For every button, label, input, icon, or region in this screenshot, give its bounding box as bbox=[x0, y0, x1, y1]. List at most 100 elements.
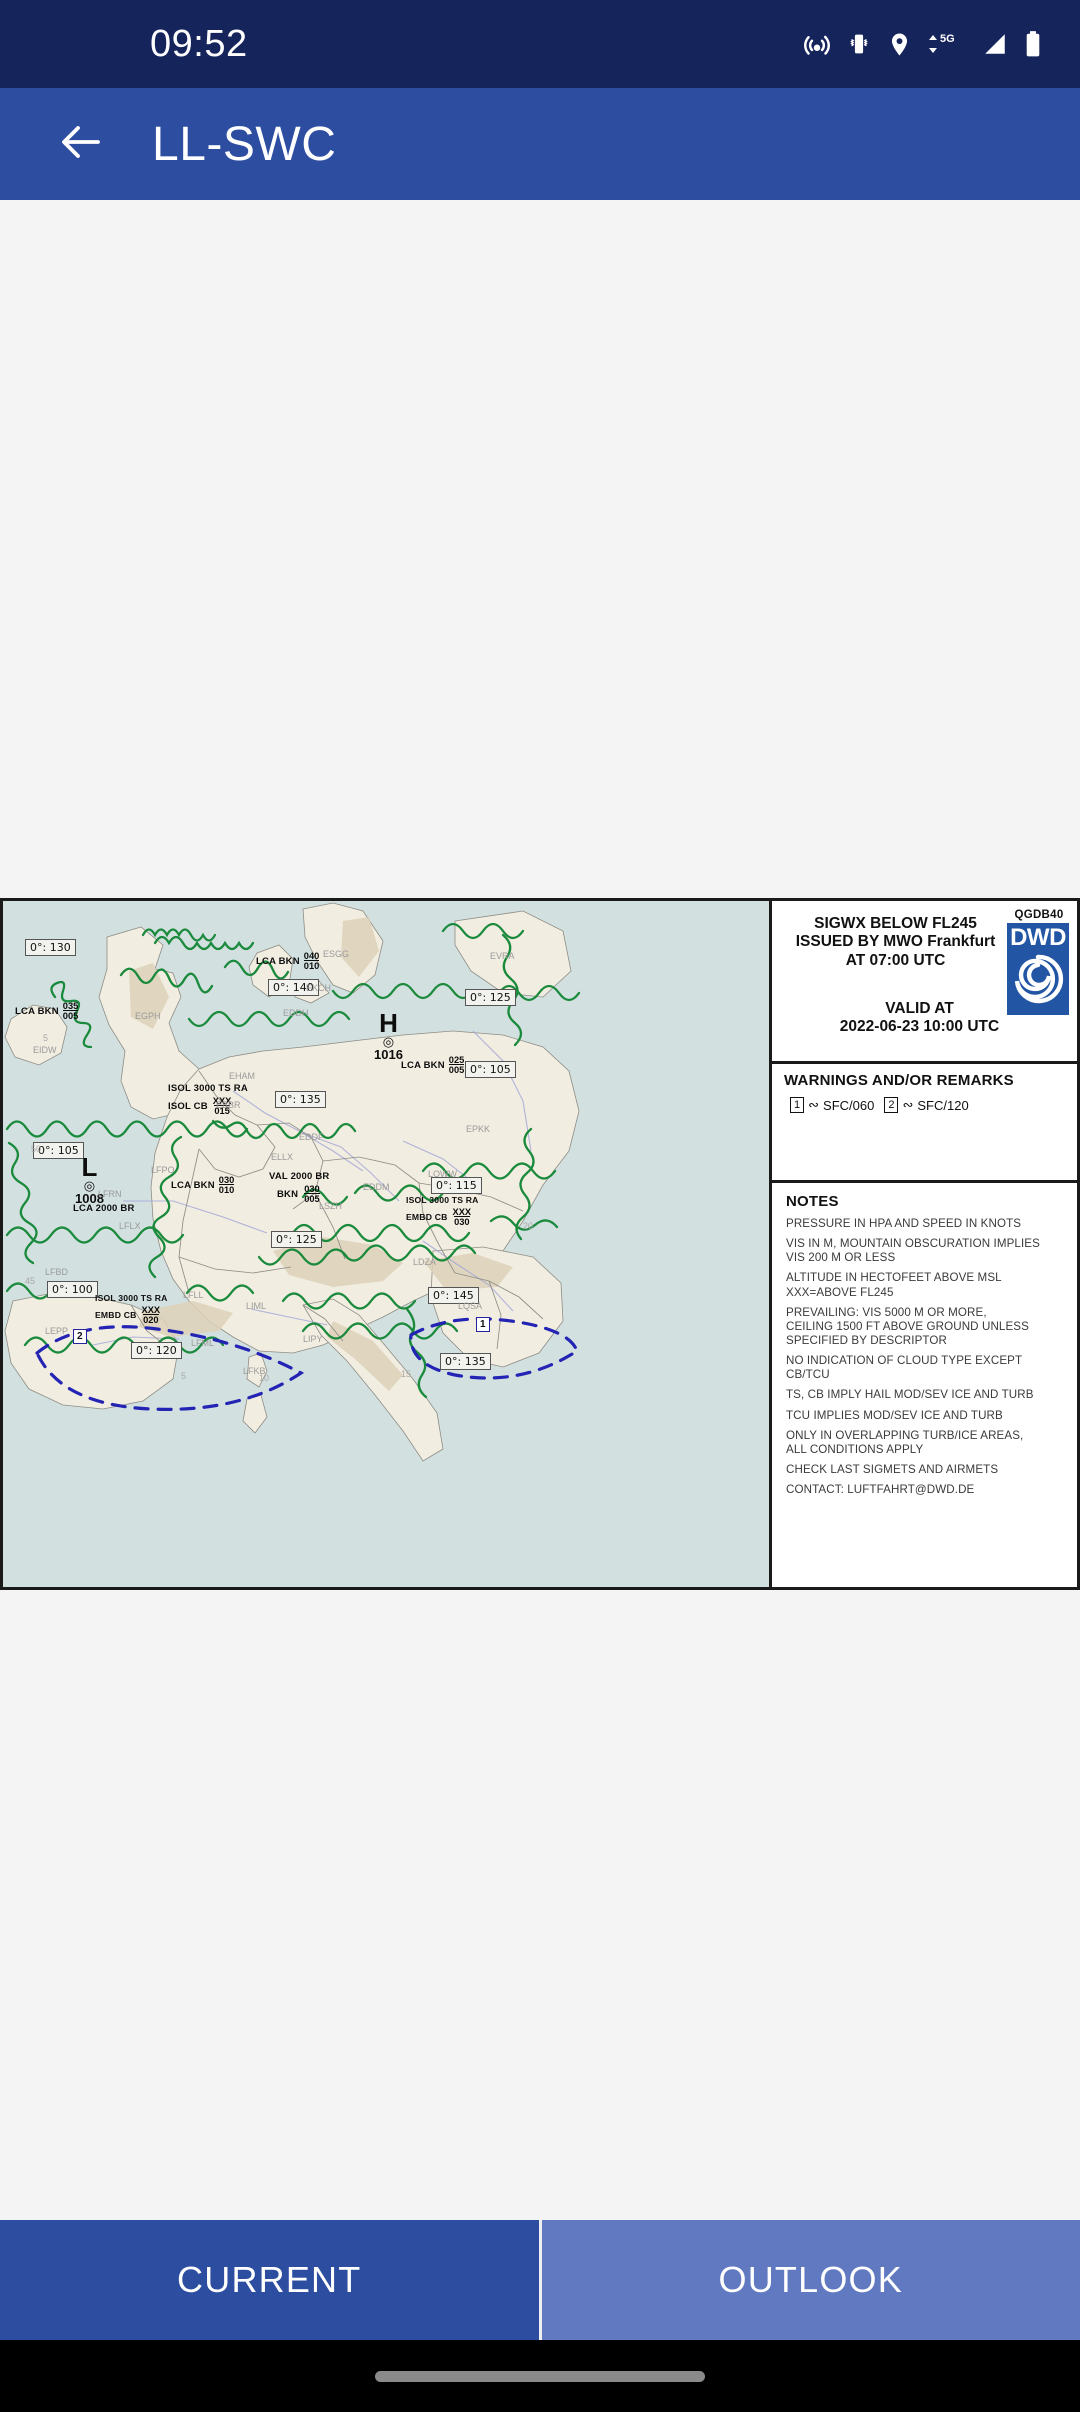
tab-outlook[interactable]: OUTLOOK bbox=[541, 2220, 1080, 2340]
airport-label: LFML bbox=[191, 1338, 215, 1348]
airport-label: EPKK bbox=[466, 1124, 491, 1134]
note-line: CEILING 1500 FT ABOVE GROUND UNLESS bbox=[786, 1319, 1029, 1333]
cloud-base-top-fraction: 035 005 bbox=[62, 1001, 79, 1021]
airport-label: EIDW bbox=[33, 1045, 57, 1055]
mountain-obscuration-icon: ∾ bbox=[808, 1097, 820, 1112]
battery-icon bbox=[1022, 30, 1044, 58]
cloud-base-top-fraction: 030 005 bbox=[304, 1184, 320, 1204]
weather-map[interactable]: 0°: 130 0°: 140 0°: 125 0°: 105 0°: 135 … bbox=[0, 898, 772, 1590]
cloud-group: LCA BKN 035 005 bbox=[15, 1001, 79, 1021]
cloud-group: LCA BKN 030 010 bbox=[171, 1175, 235, 1195]
airport-label: LFBD bbox=[45, 1267, 69, 1277]
chart-scroll-area[interactable]: 0°: 130 0°: 140 0°: 125 0°: 105 0°: 135 … bbox=[0, 200, 1080, 2235]
chart-header: QGDB40 DWD SIGWX BELOW FL245 ISSUED BY M… bbox=[772, 901, 1077, 1061]
cloud-group-text: ISOL 3000 TS RA bbox=[95, 1293, 168, 1303]
airport-label: LIML bbox=[246, 1301, 267, 1311]
notes-list: PRESSURE IN HPA AND SPEED IN KNOTS VIS I… bbox=[786, 1217, 1065, 1497]
obscuration-area-label: 2 bbox=[73, 1329, 87, 1344]
obscuration-area-label: 1 bbox=[476, 1317, 490, 1332]
chart-title-line1: SIGWX BELOW FL245 bbox=[814, 915, 977, 932]
airport-label: LQSA bbox=[458, 1301, 483, 1311]
airport-label: LEPP bbox=[45, 1326, 69, 1336]
cloud-base: 030 bbox=[454, 1216, 470, 1227]
note-line: CHECK LAST SIGMETS AND AIRMETS bbox=[786, 1462, 999, 1476]
cloud-group-text: LCA BKN bbox=[401, 1059, 445, 1071]
airport-label: LSZH bbox=[319, 1201, 343, 1211]
app-bar: LL-SWC bbox=[0, 88, 1080, 200]
warning-item: 2 ∾ SFC/120 bbox=[884, 1097, 969, 1113]
grid-label: 15 bbox=[401, 1369, 412, 1379]
airport-label: LFPO bbox=[151, 1165, 175, 1175]
chart-legend-panel: QGDB40 DWD SIGWX BELOW FL245 ISSUED BY M… bbox=[772, 898, 1080, 1590]
note-line: CONTACT: LUFTFAHRT@DWD.DE bbox=[786, 1483, 975, 1497]
notes-title: NOTES bbox=[786, 1193, 839, 1210]
note-line: PRESSURE IN HPA AND SPEED IN KNOTS bbox=[786, 1217, 1022, 1230]
grid-label: 5 bbox=[43, 1033, 49, 1043]
page-title: LL-SWC bbox=[152, 117, 337, 171]
svg-text:5G: 5G bbox=[940, 33, 955, 45]
airport-label: LFLL bbox=[183, 1290, 204, 1300]
issuer-logo-block: QGDB40 DWD bbox=[1007, 909, 1071, 1015]
note-line: VIS IN M, MOUNTAIN OBSCURATION IMPLIES bbox=[786, 1237, 1040, 1251]
status-bar: 09:52 5G bbox=[0, 0, 1080, 88]
warnings-section: WARNINGS AND/OR REMARKS 1 ∾ SFC/060 2 ∾ … bbox=[772, 1064, 1077, 1180]
signal-icon bbox=[981, 31, 1009, 57]
high-pressure-value: 1016 bbox=[374, 1047, 403, 1062]
cloud-group: ISOL 3000 TS RA EMBD CB XXX 020 bbox=[95, 1293, 168, 1325]
system-navigation-bar bbox=[0, 2340, 1080, 2412]
dwd-logo-text: DWD bbox=[1010, 924, 1066, 951]
dwd-logo: DWD bbox=[1007, 923, 1069, 1015]
airport-label: EDDM bbox=[363, 1182, 390, 1192]
cloud-base: 010 bbox=[218, 1184, 235, 1195]
cloud-group-text: LCA BKN bbox=[171, 1179, 215, 1191]
airport-label: EDDF bbox=[299, 1132, 324, 1142]
grid-label: 10 bbox=[259, 1373, 270, 1383]
status-clock: 09:52 bbox=[150, 22, 248, 65]
airport-label: EGPH bbox=[135, 1011, 161, 1021]
bulletin-code: QGDB40 bbox=[1014, 909, 1064, 921]
cloud-base-top-fraction: XXX 030 bbox=[453, 1207, 471, 1227]
vibrate-icon bbox=[845, 30, 873, 58]
note-line: ALL CONDITIONS APPLY bbox=[786, 1442, 924, 1456]
airport-label: LOWW bbox=[428, 1169, 457, 1179]
warnings-title: WARNINGS AND/OR REMARKS bbox=[784, 1072, 1014, 1089]
airport-label: LIPY bbox=[303, 1334, 323, 1344]
location-icon bbox=[886, 31, 913, 58]
freezing-level-box: 0°: 135 bbox=[440, 1353, 491, 1370]
note-line: TCU IMPLIES MOD/SEV ICE AND TURB bbox=[786, 1408, 1003, 1422]
cloud-group-text: VAL 2000 BR bbox=[269, 1171, 330, 1182]
warning-text: SFC/060 bbox=[823, 1097, 875, 1113]
hotspot-icon bbox=[802, 29, 832, 59]
airport-label: LDZA bbox=[413, 1257, 437, 1267]
airport-label: LFRN bbox=[98, 1189, 122, 1199]
home-indicator[interactable] bbox=[375, 2370, 705, 2382]
airport-label: EVRA bbox=[490, 951, 515, 961]
sigwx-chart-image[interactable]: 0°: 130 0°: 140 0°: 125 0°: 105 0°: 135 … bbox=[0, 898, 1080, 1590]
cloud-group-subtext: EMBD CB bbox=[95, 1310, 137, 1320]
cloud-base: 005 bbox=[448, 1064, 465, 1075]
tab-current[interactable]: CURRENT bbox=[0, 2220, 539, 2340]
note-line: ALTITUDE IN HECTOFEET ABOVE MSL bbox=[786, 1271, 1002, 1285]
airport-label: LFLX bbox=[119, 1221, 141, 1231]
spiral-icon bbox=[1014, 954, 1064, 1004]
airport-label: EKCH bbox=[306, 983, 332, 993]
chart-title-line2: ISSUED BY MWO Frankfurt bbox=[795, 933, 996, 951]
airport-label: EHAM bbox=[229, 1071, 256, 1081]
map-graphics bbox=[3, 901, 769, 1587]
cloud-group: VAL 2000 BR BKN 030 005 bbox=[269, 1171, 329, 1204]
airport-label: ESGG bbox=[323, 949, 350, 959]
freezing-level-box: 0°: 115 bbox=[431, 1177, 482, 1194]
freezing-level-box: 0°: 105 bbox=[465, 1061, 516, 1078]
cloud-base: 020 bbox=[143, 1314, 159, 1325]
cloud-group-subtext: EMBD CB bbox=[406, 1212, 448, 1222]
high-pressure-letter: H bbox=[379, 1008, 398, 1038]
warning-number: 2 bbox=[884, 1097, 899, 1113]
back-button[interactable] bbox=[52, 114, 112, 174]
freezing-level-box: 0°: 130 bbox=[25, 939, 76, 956]
cloud-base-top-fraction: 025 005 bbox=[448, 1055, 465, 1075]
grid-label: 20 bbox=[523, 1221, 534, 1231]
note-line: XXX=ABOVE FL245 bbox=[786, 1285, 894, 1299]
cloud-base: 010 bbox=[303, 960, 320, 971]
notes-section: NOTES PRESSURE IN HPA AND SPEED IN KNOTS… bbox=[772, 1183, 1077, 1587]
low-pressure-letter: L bbox=[81, 1152, 98, 1182]
